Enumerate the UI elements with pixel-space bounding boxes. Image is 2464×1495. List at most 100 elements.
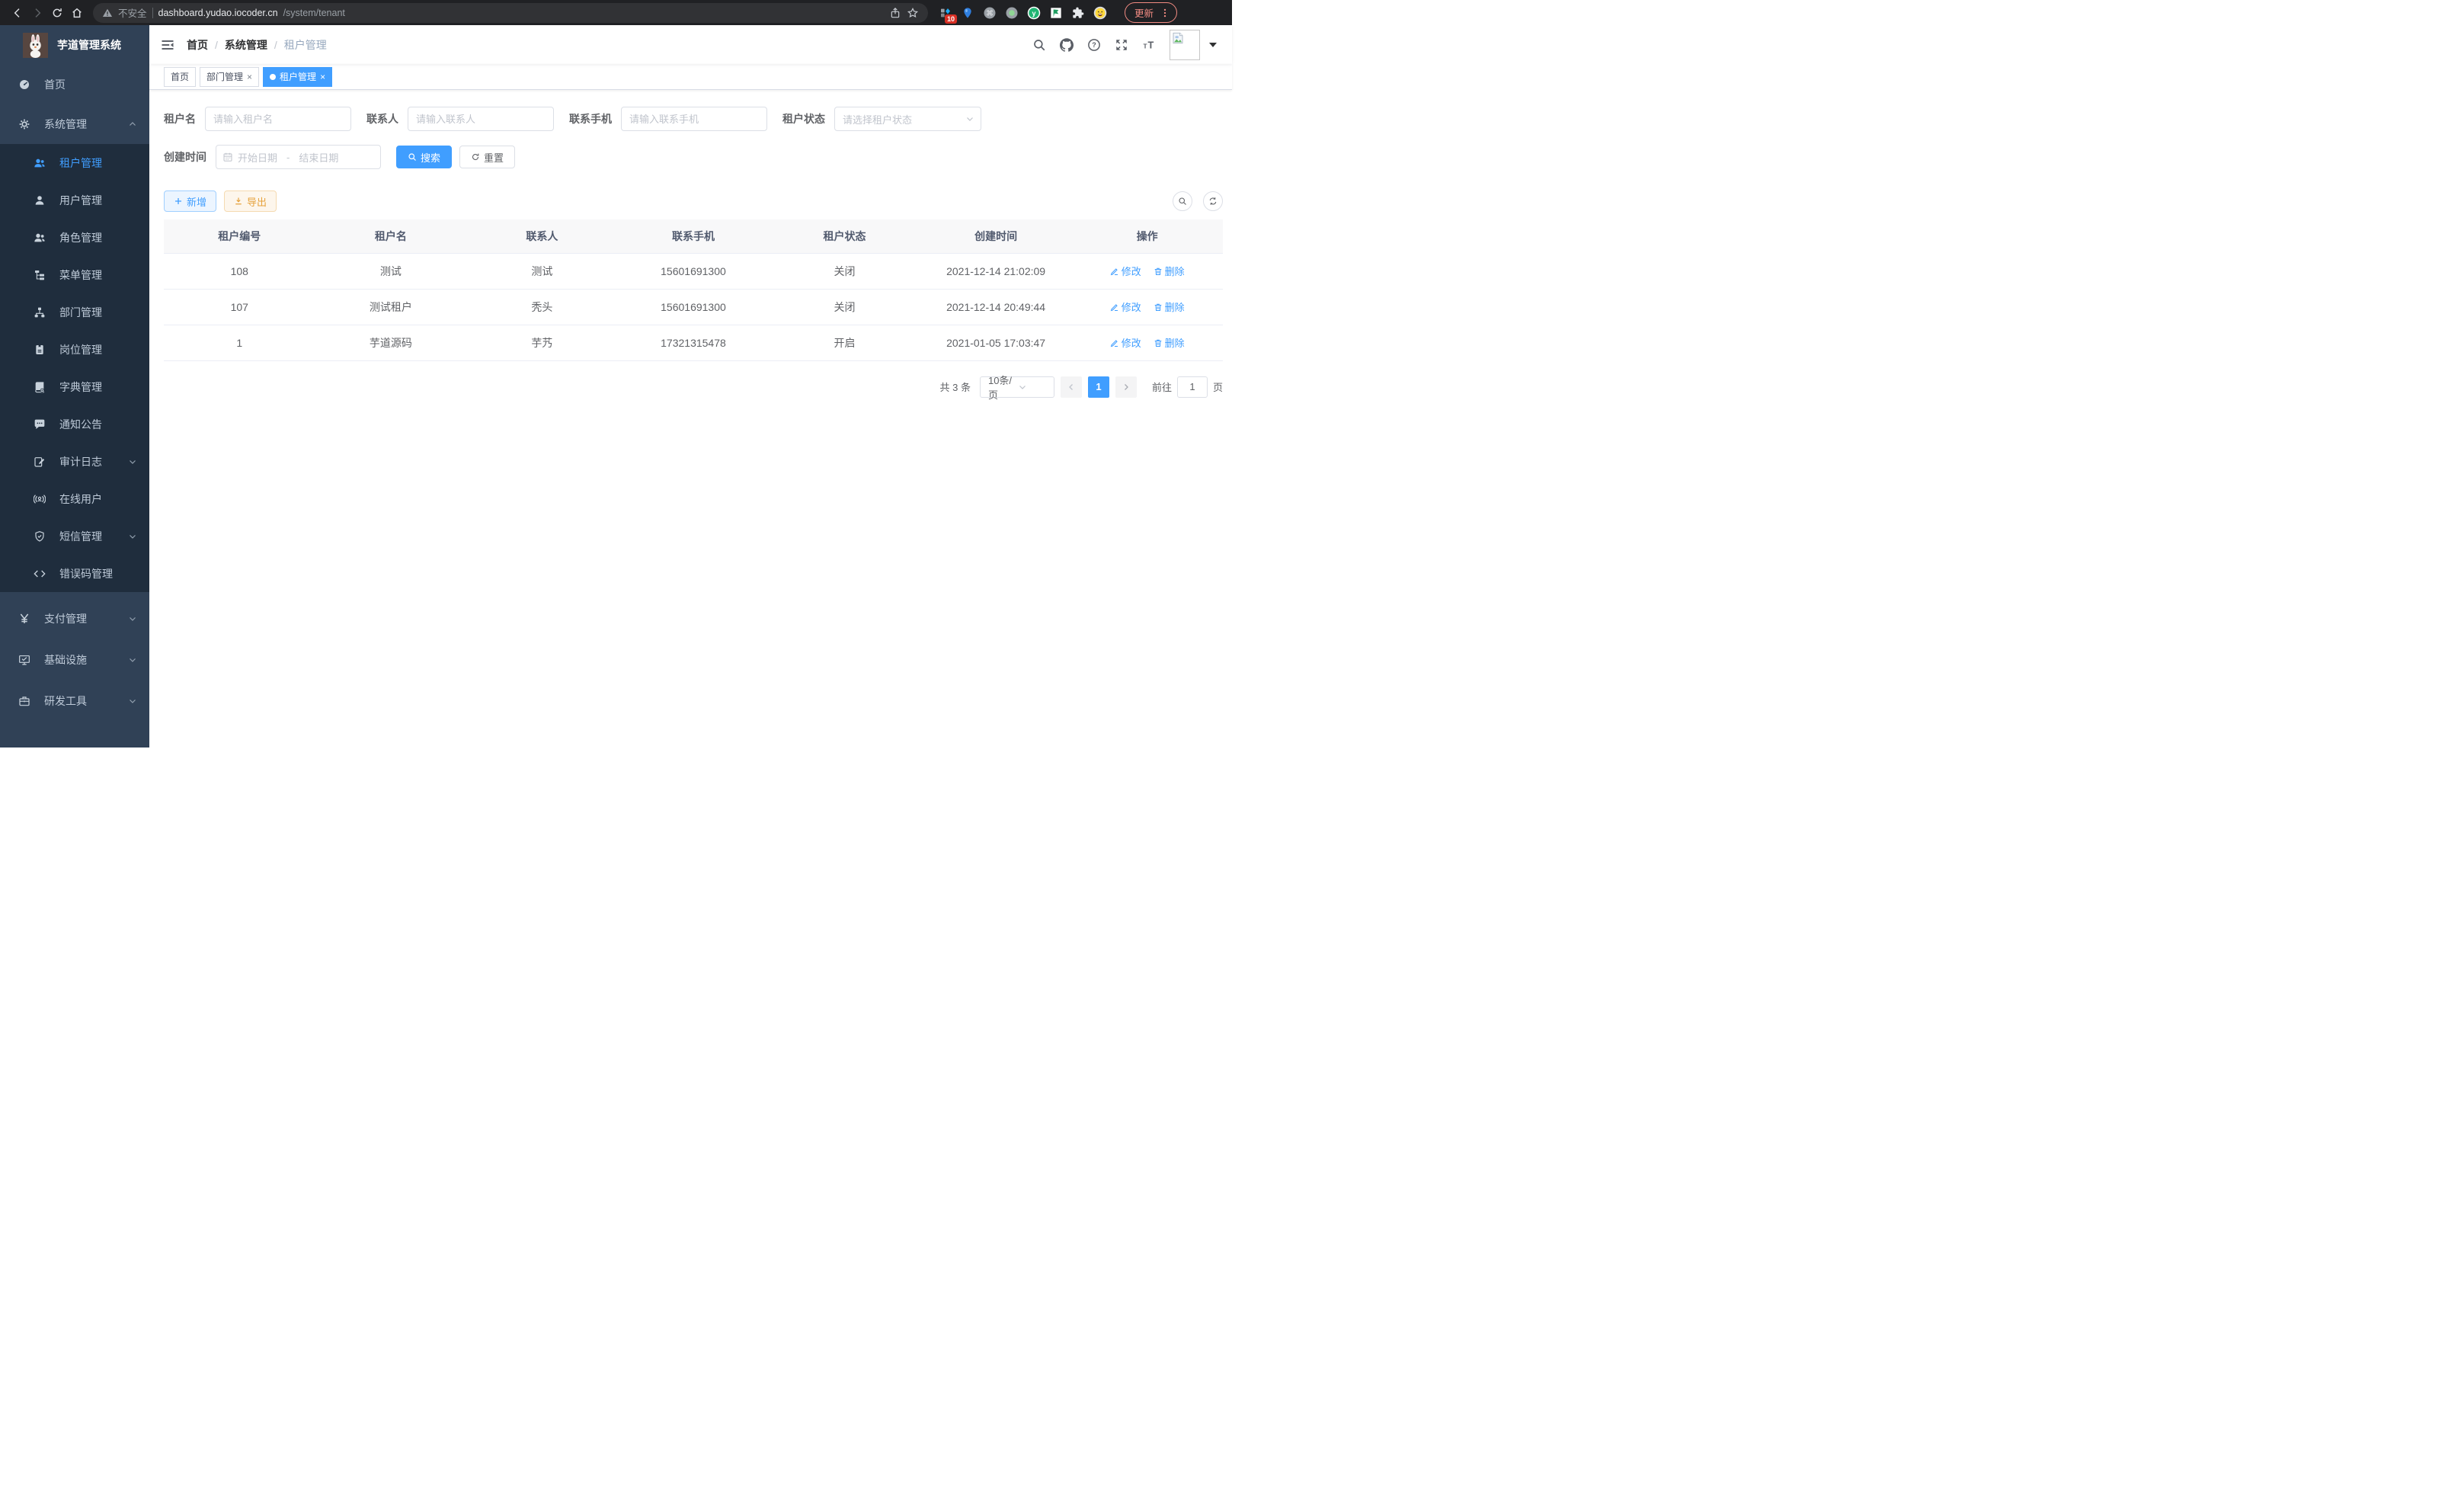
extension-yudao-icon[interactable]: y bbox=[1027, 6, 1041, 20]
users-icon bbox=[30, 157, 49, 169]
tenant-name-input[interactable] bbox=[205, 107, 351, 131]
browser-toolbar: 不安全 dashboard.yudao.iocoder.cn/system/te… bbox=[0, 0, 1232, 25]
sidebar-item-label: 研发工具 bbox=[44, 693, 87, 709]
sidebar-logo[interactable]: 芋道管理系统 bbox=[0, 25, 149, 65]
user-avatar[interactable] bbox=[1170, 30, 1200, 60]
sidebar-item-sms[interactable]: 短信管理 bbox=[0, 517, 149, 555]
cell-actions: 修改 删除 bbox=[1071, 289, 1223, 325]
close-icon[interactable]: × bbox=[320, 72, 325, 82]
sidebar-item-dict[interactable]: 字典管理 bbox=[0, 368, 149, 405]
next-page-button[interactable] bbox=[1115, 376, 1137, 398]
browser-back-button[interactable] bbox=[8, 3, 27, 23]
font-size-icon[interactable]: TT bbox=[1142, 38, 1156, 52]
delete-link[interactable]: 删除 bbox=[1154, 299, 1185, 314]
active-dot bbox=[270, 74, 276, 80]
extension-balloon-icon[interactable] bbox=[961, 6, 974, 20]
chrome-update-button[interactable]: 更新 bbox=[1125, 2, 1177, 23]
header-search-icon[interactable] bbox=[1032, 38, 1046, 52]
sidebar-item-home[interactable]: 首页 bbox=[0, 65, 149, 104]
show-search-toggle-button[interactable] bbox=[1173, 191, 1192, 211]
cell-tenant-id: 107 bbox=[164, 289, 315, 325]
cell-tenant-name: 测试租户 bbox=[315, 289, 467, 325]
sidebar: 芋道管理系统 首页 系统管理 租户管理 bbox=[0, 25, 149, 748]
sidebar-item-label: 通知公告 bbox=[59, 417, 102, 432]
cell-tenant-name: 芋道源码 bbox=[315, 325, 467, 360]
sidebar-item-system[interactable]: 系统管理 bbox=[0, 104, 149, 144]
cell-tenant-id: 108 bbox=[164, 253, 315, 289]
avatar-dropdown-caret[interactable] bbox=[1209, 43, 1217, 47]
contact-input[interactable] bbox=[408, 107, 554, 131]
extension-command-icon[interactable]: ⌘ bbox=[983, 6, 997, 20]
sidebar-item-dept[interactable]: 部门管理 bbox=[0, 293, 149, 331]
sidebar-item-error-code[interactable]: 错误码管理 bbox=[0, 555, 149, 592]
delete-link[interactable]: 删除 bbox=[1154, 264, 1185, 278]
page-size-select[interactable]: 10条/页 bbox=[980, 376, 1054, 398]
github-icon[interactable] bbox=[1060, 38, 1074, 52]
page-number-button[interactable]: 1 bbox=[1088, 376, 1109, 398]
sidebar-item-dev-tools[interactable]: 研发工具 bbox=[0, 680, 149, 722]
breadcrumb-system[interactable]: 系统管理 bbox=[225, 37, 267, 53]
search-button-label: 搜索 bbox=[421, 150, 440, 165]
col-created: 创建时间 bbox=[920, 219, 1072, 253]
sidebar-item-role[interactable]: 角色管理 bbox=[0, 219, 149, 256]
delete-link[interactable]: 删除 bbox=[1154, 335, 1185, 350]
update-label: 更新 bbox=[1134, 5, 1154, 20]
cell-status: 关闭 bbox=[769, 289, 920, 325]
profile-avatar-icon[interactable] bbox=[1093, 6, 1107, 20]
address-bar[interactable]: 不安全 dashboard.yudao.iocoder.cn/system/te… bbox=[93, 3, 928, 23]
mobile-input[interactable] bbox=[621, 107, 767, 131]
date-range-picker[interactable]: 开始日期 - 结束日期 bbox=[216, 145, 381, 169]
security-label[interactable]: 不安全 bbox=[118, 5, 147, 20]
sidebar-item-online-users[interactable]: 在线用户 bbox=[0, 480, 149, 517]
sidebar-collapse-button[interactable] bbox=[161, 38, 174, 52]
sidebar-item-post[interactable]: 岗位管理 bbox=[0, 331, 149, 368]
extension-tasks-icon[interactable]: 10 bbox=[939, 6, 952, 20]
status-label: 租户状态 bbox=[782, 111, 825, 126]
col-tenant-id: 租户编号 bbox=[164, 219, 315, 253]
search-button[interactable]: 搜索 bbox=[396, 146, 452, 168]
sidebar-item-label: 审计日志 bbox=[59, 454, 102, 469]
tab-home[interactable]: 首页 bbox=[164, 67, 196, 87]
reset-button[interactable]: 重置 bbox=[459, 146, 515, 168]
tenant-table: 租户编号 租户名 联系人 联系手机 租户状态 创建时间 操作 108 测试 测试 bbox=[164, 219, 1223, 361]
browser-home-button[interactable] bbox=[67, 3, 87, 23]
sidebar-item-tenant[interactable]: 租户管理 bbox=[0, 144, 149, 181]
share-icon[interactable] bbox=[889, 7, 901, 19]
extension-record-icon[interactable] bbox=[1005, 6, 1019, 20]
status-select-placeholder: 请选择租户状态 bbox=[843, 112, 965, 126]
status-select[interactable]: 请选择租户状态 bbox=[834, 107, 981, 131]
edit-link[interactable]: 修改 bbox=[1110, 299, 1141, 314]
code-icon bbox=[30, 568, 49, 580]
tab-tenant[interactable]: 租户管理 × bbox=[263, 67, 332, 87]
chevron-down-icon bbox=[128, 614, 137, 623]
browser-reload-button[interactable] bbox=[47, 3, 67, 23]
bookmark-star-icon[interactable] bbox=[907, 7, 919, 19]
refresh-table-button[interactable] bbox=[1203, 191, 1223, 211]
help-icon[interactable]: ? bbox=[1087, 38, 1101, 52]
breadcrumb-home[interactable]: 首页 bbox=[187, 37, 208, 53]
sidebar-item-audit-log[interactable]: 审计日志 bbox=[0, 443, 149, 480]
extension-flag-icon[interactable] bbox=[1049, 6, 1063, 20]
table-row: 108 测试 测试 15601691300 关闭 2021-12-14 21:0… bbox=[164, 253, 1223, 289]
cell-actions: 修改 删除 bbox=[1071, 325, 1223, 360]
page-size-value: 10条/页 bbox=[988, 373, 1019, 402]
fullscreen-icon[interactable] bbox=[1115, 38, 1128, 52]
tab-dept[interactable]: 部门管理 × bbox=[200, 67, 259, 87]
sidebar-item-user[interactable]: 用户管理 bbox=[0, 181, 149, 219]
browser-forward-button[interactable] bbox=[27, 3, 47, 23]
sidebar-item-notice[interactable]: 通知公告 bbox=[0, 405, 149, 443]
sidebar-item-pay[interactable]: 支付管理 bbox=[0, 598, 149, 639]
sidebar-item-menu[interactable]: 菜单管理 bbox=[0, 256, 149, 293]
calendar-icon bbox=[222, 152, 233, 162]
goto-page-input[interactable] bbox=[1177, 376, 1208, 398]
edit-link[interactable]: 修改 bbox=[1110, 264, 1141, 278]
export-button[interactable]: 导出 bbox=[224, 190, 277, 212]
extensions-puzzle-icon[interactable] bbox=[1071, 6, 1085, 20]
add-button[interactable]: 新增 bbox=[164, 190, 216, 212]
sidebar-item-infra[interactable]: 基础设施 bbox=[0, 639, 149, 680]
edit-link[interactable]: 修改 bbox=[1110, 335, 1141, 350]
close-icon[interactable]: × bbox=[247, 72, 252, 82]
pencil-icon bbox=[1110, 267, 1119, 276]
prev-page-button[interactable] bbox=[1061, 376, 1082, 398]
more-vertical-icon[interactable] bbox=[1160, 8, 1170, 18]
